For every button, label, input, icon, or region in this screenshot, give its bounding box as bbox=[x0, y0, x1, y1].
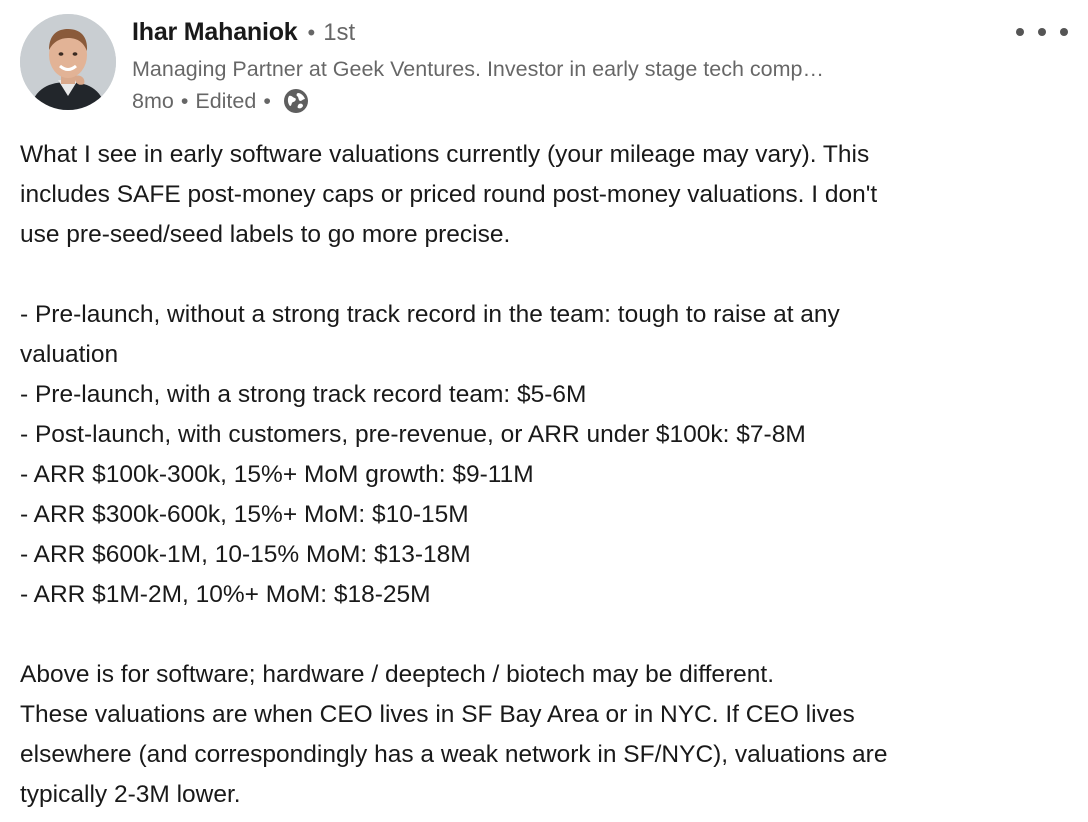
post-body: What I see in early software valuations … bbox=[20, 135, 1070, 815]
author-headline: Managing Partner at Geek Ventures. Inves… bbox=[132, 57, 824, 81]
post-list-item: - ARR $600k-1M, 10-15% MoM: $13-18M bbox=[20, 541, 471, 568]
author-avatar[interactable] bbox=[20, 14, 116, 110]
globe-icon bbox=[282, 87, 310, 115]
more-horizontal-icon bbox=[1016, 28, 1024, 36]
post-list-item: - ARR $300k-600k, 15%+ MoM: $10-15M bbox=[20, 501, 469, 528]
more-horizontal-icon bbox=[1038, 28, 1046, 36]
post-line: elsewhere (and correspondingly has a wea… bbox=[20, 741, 888, 768]
feed-post: Ihar Mahaniok • 1st Managing Partner at … bbox=[0, 0, 1088, 822]
post-line: typically 2-3M lower. bbox=[20, 781, 241, 808]
post-line: use pre-seed/seed labels to go more prec… bbox=[20, 221, 511, 248]
separator-dot: • bbox=[180, 88, 189, 113]
author-name-row: Ihar Mahaniok • 1st bbox=[132, 18, 355, 47]
post-list-item: - ARR $1M-2M, 10%+ MoM: $18-25M bbox=[20, 581, 431, 608]
separator-dot: • bbox=[263, 88, 271, 113]
post-line: includes SAFE post-money caps or priced … bbox=[20, 181, 878, 208]
separator-dot: • bbox=[307, 20, 316, 45]
more-horizontal-icon bbox=[1060, 28, 1068, 36]
edited-label: Edited bbox=[195, 88, 257, 113]
avatar-photo bbox=[20, 14, 116, 110]
post-meta: 8mo • Edited • bbox=[132, 87, 310, 115]
post-list-item: - Pre-launch, with a strong track record… bbox=[20, 381, 587, 408]
author-name[interactable]: Ihar Mahaniok bbox=[132, 18, 298, 47]
post-list-item: - ARR $100k-300k, 15%+ MoM growth: $9-11… bbox=[20, 461, 534, 488]
post-list-item: valuation bbox=[20, 341, 119, 368]
more-options-button[interactable] bbox=[1016, 20, 1068, 44]
post-list-item: - Post-launch, with customers, pre-reven… bbox=[20, 421, 806, 448]
post-age[interactable]: 8mo bbox=[132, 89, 174, 114]
connection-degree: 1st bbox=[323, 19, 356, 46]
post-list-item: - Pre-launch, without a strong track rec… bbox=[20, 301, 840, 328]
post-line: These valuations are when CEO lives in S… bbox=[20, 701, 855, 728]
post-line: What I see in early software valuations … bbox=[20, 141, 870, 168]
post-line: Above is for software; hardware / deepte… bbox=[20, 661, 775, 688]
